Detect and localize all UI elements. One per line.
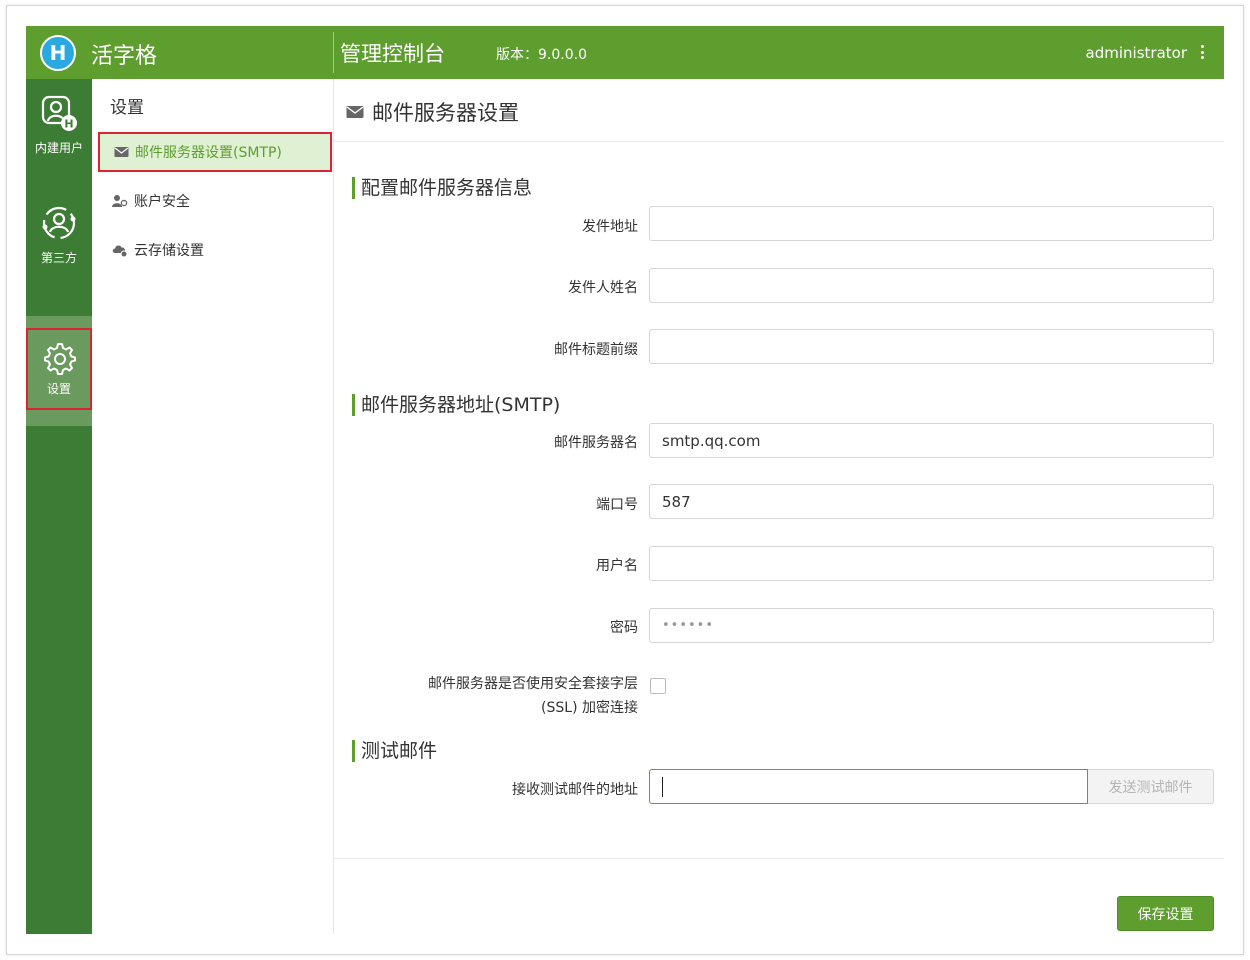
label-username: 用户名 <box>596 558 638 574</box>
cloud-storage-icon <box>112 245 128 257</box>
main-panel: 邮件服务器设置 配置邮件服务器信息 发件地址 发件人姓名 邮件标题前缀 邮件服务… <box>334 79 1224 934</box>
envelope-icon <box>114 147 129 157</box>
sender-name-input[interactable] <box>649 268 1214 303</box>
send-test-email-button[interactable]: 发送测试邮件 <box>1088 769 1214 804</box>
current-user[interactable]: administrator <box>1086 44 1187 62</box>
section-smtp: 邮件服务器地址(SMTP) <box>352 394 560 416</box>
left-rail: H 内建用户 第三方 设置 <box>26 79 92 934</box>
brand-name: 活字格 <box>91 44 158 69</box>
version-label: 版本：9.0.0.0 <box>496 47 587 63</box>
account-security-icon <box>112 195 128 207</box>
envelope-icon <box>346 106 364 118</box>
username-input[interactable] <box>649 546 1214 581</box>
app-logo-icon: H <box>40 35 76 71</box>
settings-subnav: 设置 邮件服务器设置(SMTP) 账户安全 云存储设置 <box>92 79 334 934</box>
rail-label: 内建用户 <box>34 141 83 155</box>
label-sender-name: 发件人姓名 <box>568 280 638 296</box>
section-config: 配置邮件服务器信息 <box>352 177 532 199</box>
server-name-input[interactable]: smtp.qq.com <box>649 423 1214 458</box>
more-vertical-icon[interactable] <box>1198 43 1206 61</box>
title-divider <box>334 141 1224 142</box>
rail-item-settings[interactable]: 设置 <box>26 328 92 410</box>
third-party-user-icon <box>42 206 76 240</box>
label-subject-prefix: 邮件标题前缀 <box>554 342 638 358</box>
label-sender-address: 发件地址 <box>582 219 638 235</box>
subnav-title: 设置 <box>110 98 144 118</box>
sender-address-input[interactable] <box>649 206 1214 241</box>
password-input[interactable]: •••••• <box>649 608 1214 643</box>
label-ssl-line2: (SSL) 加密连接 <box>541 700 638 716</box>
subnav-item-account-security[interactable]: 账户安全 <box>98 181 332 221</box>
label-server-name: 邮件服务器名 <box>554 435 638 451</box>
label-port: 端口号 <box>596 497 638 513</box>
rail-label: 第三方 <box>40 251 77 265</box>
rail-label: 设置 <box>46 382 71 396</box>
label-test-address: 接收测试邮件的地址 <box>512 782 638 798</box>
save-settings-button[interactable]: 保存设置 <box>1117 896 1214 931</box>
page-title: 邮件服务器设置 <box>346 97 519 127</box>
builtin-user-icon: H <box>41 95 77 131</box>
gear-icon <box>44 343 76 375</box>
port-input[interactable]: 587 <box>649 484 1214 519</box>
admin-console: H 活字格 管理控制台 版本：9.0.0.0 administrator H 内… <box>26 26 1224 934</box>
footer-divider <box>334 858 1224 859</box>
section-test: 测试邮件 <box>352 740 437 762</box>
console-title: 管理控制台 <box>340 42 445 66</box>
ssl-checkbox[interactable] <box>650 678 666 694</box>
label-password: 密码 <box>610 620 638 636</box>
subnav-item-cloud-storage[interactable]: 云存储设置 <box>98 230 332 270</box>
subnav-item-label: 账户安全 <box>134 194 190 210</box>
header-divider <box>333 32 334 73</box>
top-header: H 活字格 管理控制台 版本：9.0.0.0 administrator <box>26 26 1224 79</box>
subnav-item-label: 云存储设置 <box>134 243 204 259</box>
subnav-item-smtp[interactable]: 邮件服务器设置(SMTP) <box>98 132 332 172</box>
page-title-text: 邮件服务器设置 <box>372 101 519 125</box>
svg-text:H: H <box>64 118 73 131</box>
label-ssl-line1: 邮件服务器是否使用安全套接字层 <box>428 676 638 692</box>
subject-prefix-input[interactable] <box>649 329 1214 364</box>
test-address-input[interactable] <box>649 769 1088 804</box>
rail-item-third-party[interactable]: 第三方 <box>26 189 92 285</box>
text-caret <box>662 776 663 797</box>
subnav-item-label: 邮件服务器设置(SMTP) <box>135 145 282 161</box>
rail-item-builtin-user[interactable]: H 内建用户 <box>26 79 92 175</box>
